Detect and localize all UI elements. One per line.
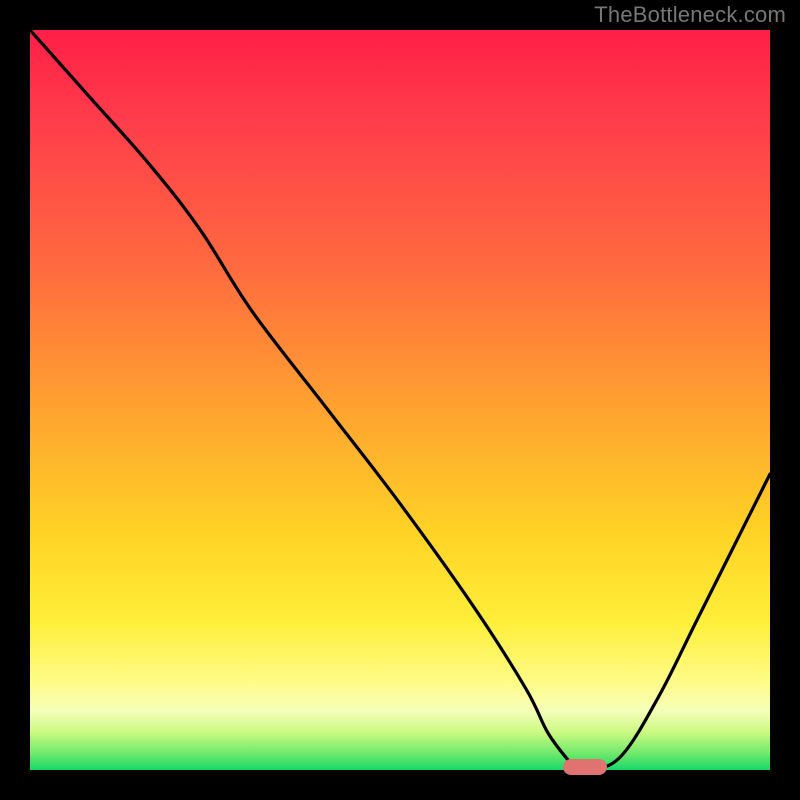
bottleneck-curve <box>30 30 770 770</box>
watermark-text: TheBottleneck.com <box>594 2 786 28</box>
optimum-marker <box>563 759 607 775</box>
plot-area <box>30 30 770 770</box>
chart-frame: TheBottleneck.com <box>0 0 800 800</box>
